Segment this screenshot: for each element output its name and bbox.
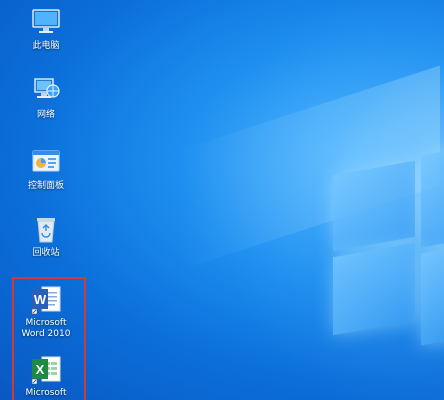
recycle-bin-icon — [29, 213, 63, 245]
windows-logo-pane-top-left — [333, 160, 415, 252]
desktop-icon-recycle-bin[interactable]: 回收站 — [14, 213, 78, 259]
desktop-icon-label: Microsoft Word 2010 — [21, 318, 71, 339]
desktop-icon-microsoft-word-2010[interactable]: W Microsoft Word 2010 — [14, 283, 78, 340]
windows-logo-pane-top-right — [421, 148, 444, 248]
desktop-icon-label: 回收站 — [32, 248, 60, 258]
desktop-icon-label: 网络 — [36, 110, 55, 120]
desktop-icon-label: Microsoft — [25, 388, 67, 398]
desktop-icon-microsoft-excel[interactable]: X Microsoft — [14, 353, 78, 399]
svg-text:W: W — [34, 292, 47, 307]
network-icon — [29, 75, 63, 107]
this-pc-icon — [29, 6, 63, 38]
control-panel-icon — [29, 146, 63, 178]
windows-logo-pane-bottom-right — [421, 246, 444, 346]
word-icon: W — [29, 283, 63, 315]
svg-text:X: X — [36, 362, 45, 377]
windows-logo-pane-bottom-left — [333, 242, 415, 336]
desktop-icon-label: 控制面板 — [27, 181, 64, 191]
desktop-icon-label: 此电脑 — [32, 41, 60, 51]
desktop-icon-control-panel[interactable]: 控制面板 — [14, 146, 78, 192]
excel-icon: X — [29, 353, 63, 385]
desktop-icon-this-pc[interactable]: 此电脑 — [14, 6, 78, 52]
desktop-icon-network[interactable]: 网络 — [14, 75, 78, 121]
